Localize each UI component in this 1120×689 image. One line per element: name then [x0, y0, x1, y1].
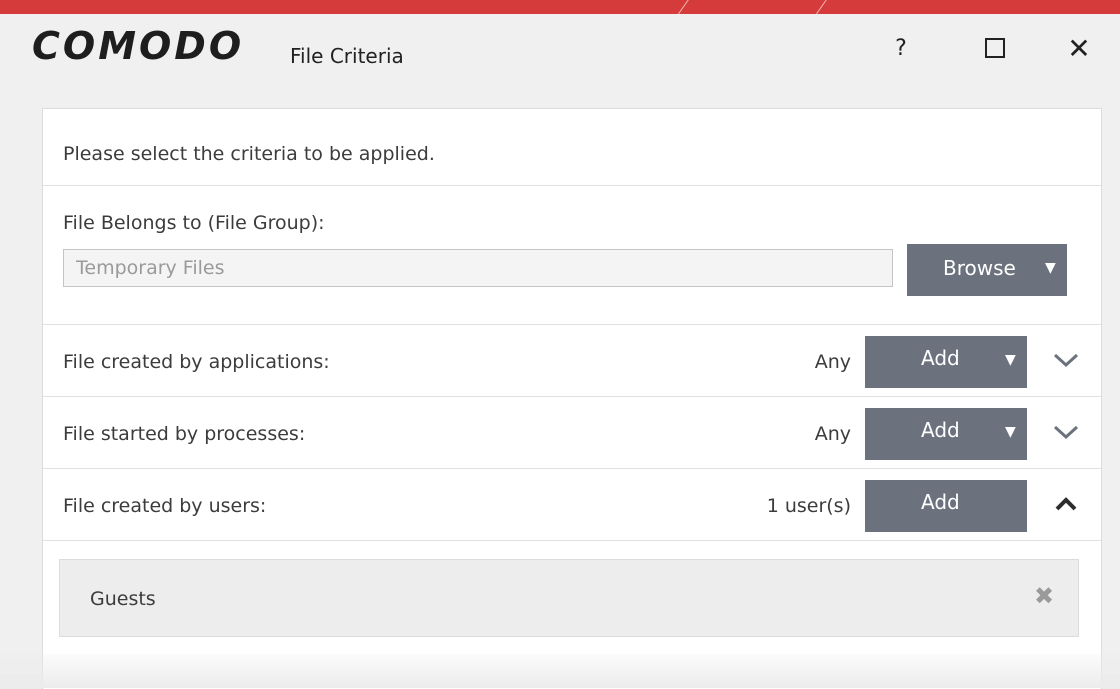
file-group-label: File Belongs to (File Group): [63, 212, 325, 234]
file-group-row: File Belongs to (File Group): Browse ▼ [43, 186, 1101, 325]
intro-text: Please select the criteria to be applied… [63, 143, 435, 165]
title-bar: COMODO File Criteria ? ✕ [0, 14, 1120, 90]
criteria-row-users: File created by users: 1 user(s) Add [43, 469, 1101, 541]
criteria-label: File created by users: [63, 495, 267, 517]
user-list-item: Guests ✖ [59, 559, 1079, 637]
dropdown-caret-icon: ▼ [1045, 260, 1056, 276]
close-button[interactable]: ✕ [1054, 24, 1104, 72]
chevron-down-icon[interactable] [1049, 415, 1083, 449]
accent-line [809, 0, 828, 14]
criteria-row-processes: File started by processes: Any Add ▼ [43, 397, 1101, 469]
file-group-field[interactable] [63, 249, 893, 287]
dropdown-caret-icon: ▼ [1005, 352, 1016, 368]
remove-user-icon[interactable]: ✖ [1034, 582, 1054, 610]
comodo-logo: COMODO [32, 24, 245, 68]
dialog-title: File Criteria [290, 44, 404, 68]
maximize-button[interactable] [970, 24, 1020, 72]
help-button[interactable]: ? [876, 24, 926, 72]
browse-button[interactable]: Browse ▼ [907, 244, 1067, 296]
criteria-panel: Please select the criteria to be applied… [42, 108, 1102, 689]
criteria-value: Any [814, 423, 851, 445]
add-users-button[interactable]: Add [865, 480, 1027, 532]
chevron-up-icon[interactable] [1049, 487, 1083, 521]
criteria-value: Any [814, 351, 851, 373]
add-button-label: Add [921, 346, 960, 370]
criteria-row-applications: File created by applications: Any Add ▼ [43, 325, 1101, 397]
file-criteria-dialog: COMODO File Criteria ? ✕ Please select t… [0, 14, 1120, 689]
criteria-label: File started by processes: [63, 423, 306, 445]
add-button-label: Add [921, 490, 960, 514]
criteria-value: 1 user(s) [766, 495, 851, 517]
maximize-icon [985, 38, 1005, 58]
intro-row: Please select the criteria to be applied… [43, 109, 1101, 186]
top-accent-bar [0, 0, 1120, 14]
add-processes-button[interactable]: Add ▼ [865, 408, 1027, 460]
browse-button-label: Browse [943, 256, 1016, 280]
bottom-fade [0, 654, 1120, 688]
user-name: Guests [90, 588, 156, 610]
dropdown-caret-icon: ▼ [1005, 424, 1016, 440]
chevron-down-icon[interactable] [1049, 343, 1083, 377]
accent-line [671, 0, 690, 14]
criteria-label: File created by applications: [63, 351, 330, 373]
add-applications-button[interactable]: Add ▼ [865, 336, 1027, 388]
add-button-label: Add [921, 418, 960, 442]
